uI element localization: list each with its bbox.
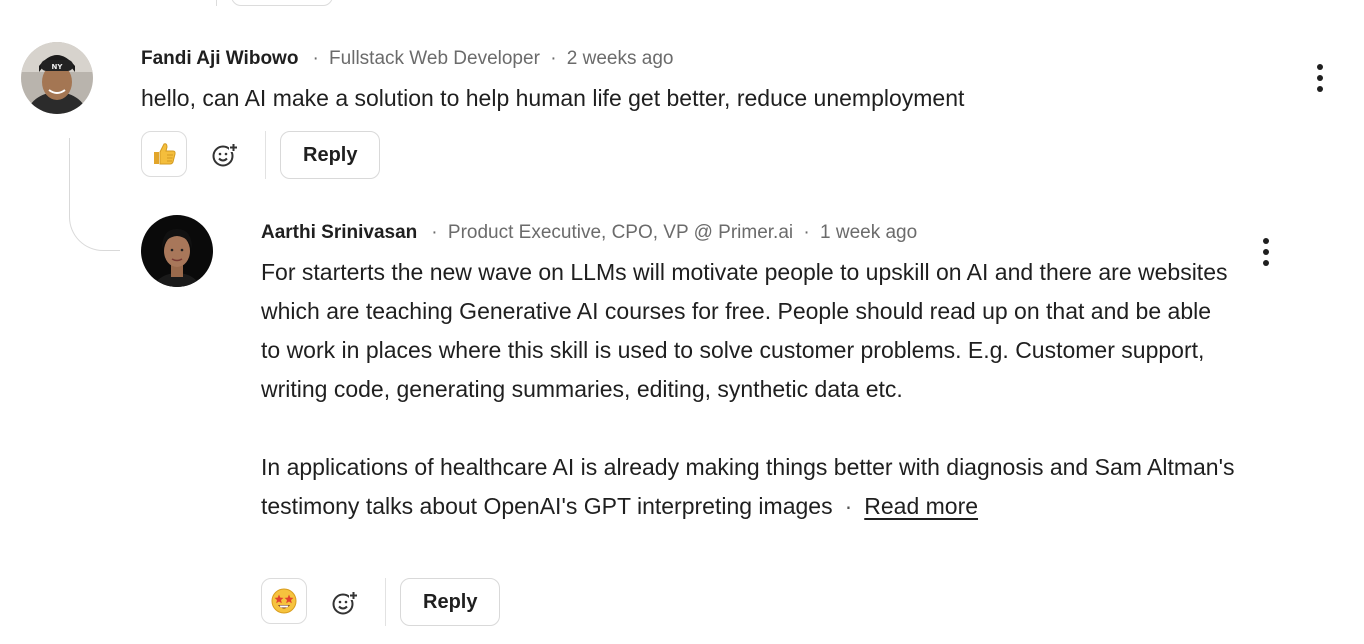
thread-connector-line — [69, 138, 120, 251]
avatar-image — [141, 215, 213, 287]
star-struck-icon — [271, 588, 297, 614]
reply-time: 1 week ago — [820, 222, 918, 243]
avatar[interactable]: NY — [21, 42, 93, 114]
add-reaction-icon[interactable] — [209, 140, 239, 170]
avatar-image: NY — [21, 42, 93, 114]
react-button[interactable] — [261, 578, 307, 624]
react-button[interactable] — [141, 131, 187, 177]
reply-button[interactable]: Reply — [400, 578, 501, 626]
divider — [385, 578, 386, 626]
avatar[interactable] — [141, 215, 213, 287]
author-headline: Fullstack Web Developer — [329, 48, 540, 69]
divider — [265, 131, 266, 179]
add-reaction-icon[interactable] — [329, 588, 359, 618]
reply-meta: Aarthi Srinivasan · Product Executive, C… — [261, 222, 917, 244]
author-name[interactable]: Aarthi Srinivasan — [261, 222, 417, 244]
more-options-icon[interactable] — [1261, 238, 1271, 266]
svg-text:NY: NY — [52, 63, 64, 71]
thumbs-up-icon — [154, 143, 176, 165]
comment-meta: Fandi Aji Wibowo · Fullstack Web Develop… — [141, 48, 673, 70]
author-subtitle: · Fullstack Web Developer · 2 weeks ago — [312, 48, 674, 69]
reply-paragraph: For starterts the new wave on LLMs will … — [261, 259, 1228, 402]
author-name[interactable]: Fandi Aji Wibowo — [141, 48, 298, 70]
reply-text: For starterts the new wave on LLMs will … — [261, 253, 1236, 526]
reply-button[interactable]: Reply — [280, 131, 381, 179]
author-headline: Product Executive, CPO, VP @ Primer.ai — [447, 222, 794, 243]
more-options-icon[interactable] — [1315, 64, 1325, 92]
thread-line-top — [216, 0, 217, 6]
previous-reply-button-edge[interactable] — [231, 0, 333, 6]
reply-paragraph: In applications of healthcare AI is alre… — [261, 454, 1235, 519]
author-subtitle: · Product Executive, CPO, VP @ Primer.ai… — [431, 222, 918, 243]
comment-time: 2 weeks ago — [566, 48, 674, 69]
read-more-link[interactable]: Read more — [864, 493, 978, 519]
comment-text: hello, can AI make a solution to help hu… — [141, 85, 965, 111]
